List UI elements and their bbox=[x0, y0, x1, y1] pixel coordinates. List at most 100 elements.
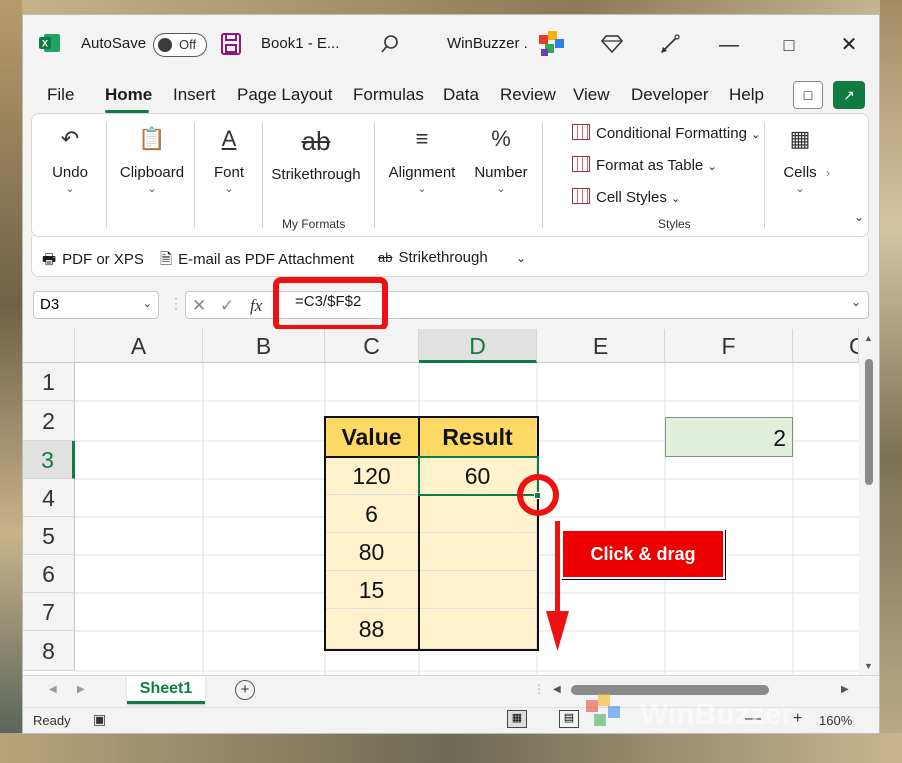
minimize-icon[interactable]: — bbox=[717, 33, 741, 57]
column-header-f[interactable]: F bbox=[665, 329, 793, 363]
tab-home[interactable]: Home bbox=[105, 85, 152, 105]
confirm-formula-icon[interactable]: ✓ bbox=[220, 296, 234, 316]
vertical-scrollbar[interactable]: ▲ ▼ bbox=[859, 329, 879, 677]
ribbon-divider bbox=[374, 122, 375, 228]
normal-view-icon[interactable]: ▦ bbox=[507, 710, 527, 728]
share-button[interactable]: ↗ bbox=[833, 81, 865, 109]
cell-styles-button[interactable]: Cell Styles ⌄ bbox=[572, 188, 680, 206]
comments-button[interactable]: □ bbox=[793, 81, 823, 109]
column-header-a[interactable]: A bbox=[75, 329, 203, 363]
column-header-d[interactable]: D bbox=[419, 329, 537, 363]
expand-formula-bar-icon[interactable]: ⌄ bbox=[851, 295, 861, 309]
clipboard-button[interactable]: 📋 Clipboard ⌄ bbox=[110, 114, 194, 238]
font-button[interactable]: A Font ⌄ bbox=[198, 114, 260, 238]
alignment-button[interactable]: ≡ Alignment ⌄ bbox=[380, 114, 464, 238]
excel-logo-icon: X bbox=[39, 34, 60, 52]
chevron-down-icon: ⌄ bbox=[417, 183, 427, 195]
email-pdf-button[interactable]: 🗎 E-mail as PDF Attachment bbox=[160, 249, 354, 274]
row-header-7[interactable]: 7 bbox=[23, 593, 75, 631]
tab-insert[interactable]: Insert bbox=[173, 85, 216, 105]
pen-designer-icon[interactable] bbox=[659, 33, 681, 55]
number-label: Number bbox=[474, 164, 528, 181]
name-box[interactable]: D3 ⌄ bbox=[33, 291, 159, 319]
tab-formulas[interactable]: Formulas bbox=[353, 85, 424, 105]
number-button[interactable]: % Number ⌄ bbox=[466, 114, 536, 238]
column-header-g[interactable]: G bbox=[793, 329, 859, 363]
tab-developer[interactable]: Developer bbox=[631, 85, 709, 105]
sheet-nav-prev-icon[interactable]: ◀ bbox=[49, 684, 57, 695]
row-header-1[interactable]: 1 bbox=[23, 363, 75, 401]
profile-avatar-icon[interactable] bbox=[537, 29, 567, 59]
account-name[interactable]: WinBuzzer . bbox=[447, 35, 528, 52]
cell-styles-icon bbox=[572, 188, 590, 204]
close-icon[interactable]: ✕ bbox=[837, 33, 861, 57]
search-icon[interactable] bbox=[381, 35, 399, 53]
scroll-left-icon[interactable]: ◀ bbox=[553, 684, 561, 695]
font-label: Font bbox=[213, 164, 244, 181]
maximize-icon[interactable]: □ bbox=[777, 33, 801, 57]
worksheet-grid[interactable]: A B C D E F G 1 2 3 4 5 6 7 8 bbox=[23, 329, 859, 677]
pdf-xps-button[interactable]: 🖶 PDF or XPS bbox=[42, 249, 144, 274]
formula-bar-grip-icon: ⋮ bbox=[169, 295, 183, 311]
cancel-formula-icon[interactable]: ✕ bbox=[192, 296, 206, 316]
document-title[interactable]: Book1 - E... bbox=[261, 35, 339, 52]
page-layout-view-icon[interactable]: ▤ bbox=[559, 710, 579, 728]
ribbon-tabs: File Home Insert Page Layout Formulas Da… bbox=[23, 77, 879, 113]
tab-view[interactable]: View bbox=[573, 85, 610, 105]
callout-text: Click & drag bbox=[590, 544, 696, 564]
chevron-down-icon: ⌄ bbox=[707, 161, 717, 173]
save-icon[interactable] bbox=[221, 33, 241, 55]
ribbon-divider bbox=[194, 122, 195, 228]
cells-button[interactable]: ▦ Cells ⌄ bbox=[778, 114, 822, 238]
row-header-8[interactable]: 8 bbox=[23, 631, 75, 671]
font-icon: A bbox=[221, 126, 237, 151]
qat-strikethrough-label: Strikethrough bbox=[398, 249, 488, 266]
cell-styles-label: Cell Styles bbox=[596, 189, 667, 206]
row-header-3[interactable]: 3 bbox=[23, 441, 75, 479]
diamond-premium-icon[interactable] bbox=[601, 35, 623, 53]
autosave-toggle[interactable]: Off bbox=[153, 33, 207, 57]
tab-page-layout[interactable]: Page Layout bbox=[237, 85, 332, 105]
undo-icon: ↶ bbox=[60, 126, 80, 151]
tab-data[interactable]: Data bbox=[443, 85, 479, 105]
insert-function-icon[interactable]: fx bbox=[250, 296, 262, 316]
tab-review[interactable]: Review bbox=[500, 85, 556, 105]
row-header-6[interactable]: 6 bbox=[23, 555, 75, 593]
row-header-2[interactable]: 2 bbox=[23, 401, 75, 441]
tab-split-grip-icon[interactable]: ⋮ bbox=[533, 682, 545, 696]
tab-file[interactable]: File bbox=[47, 85, 74, 105]
ribbon-divider bbox=[262, 122, 263, 228]
clipboard-icon: 📋 bbox=[138, 126, 166, 151]
click-drag-callout: Click & drag bbox=[561, 529, 725, 579]
autosave-label: AutoSave bbox=[81, 35, 147, 52]
cell-f2[interactable]: 2 bbox=[665, 417, 793, 457]
accessibility-icon[interactable]: ▣ bbox=[93, 711, 106, 728]
percent-icon: % bbox=[491, 126, 511, 151]
add-sheet-icon[interactable]: + bbox=[235, 680, 255, 700]
scroll-up-icon[interactable]: ▲ bbox=[864, 333, 873, 343]
select-all-corner[interactable] bbox=[23, 329, 75, 363]
ribbon-expand-icon[interactable]: ⌄ bbox=[854, 210, 864, 224]
qat-strikethrough-button[interactable]: ab Strikethrough bbox=[378, 249, 488, 266]
column-header-c[interactable]: C bbox=[325, 329, 419, 363]
column-header-e[interactable]: E bbox=[537, 329, 665, 363]
status-ready: Ready bbox=[33, 713, 71, 728]
row-header-4[interactable]: 4 bbox=[23, 479, 75, 517]
tab-help[interactable]: Help bbox=[729, 85, 764, 105]
format-as-table-button[interactable]: Format as Table ⌄ bbox=[572, 156, 717, 174]
undo-button[interactable]: ↶ Undo ⌄ bbox=[40, 114, 100, 238]
ribbon-home: ↶ Undo ⌄ 📋 Clipboard ⌄ A Font ⌄ ab Strik… bbox=[31, 113, 869, 237]
customize-toolbar-icon[interactable]: ⌄ bbox=[516, 251, 526, 265]
cells-label: Cells bbox=[783, 164, 817, 181]
sheet-nav-next-icon[interactable]: ▶ bbox=[77, 684, 85, 695]
sheet-tab-sheet1[interactable]: Sheet1 bbox=[127, 676, 205, 704]
pdf-xps-label: PDF or XPS bbox=[62, 251, 144, 268]
comment-icon: □ bbox=[803, 87, 813, 103]
conditional-formatting-button[interactable]: Conditional Formatting ⌄ bbox=[572, 124, 760, 142]
column-header-b[interactable]: B bbox=[203, 329, 325, 363]
row-header-5[interactable]: 5 bbox=[23, 517, 75, 555]
undo-label: Undo bbox=[52, 164, 88, 181]
ribbon-scroll-right-icon[interactable]: › bbox=[826, 166, 830, 180]
vertical-scroll-thumb[interactable] bbox=[865, 359, 873, 485]
scroll-down-icon[interactable]: ▼ bbox=[864, 661, 873, 671]
